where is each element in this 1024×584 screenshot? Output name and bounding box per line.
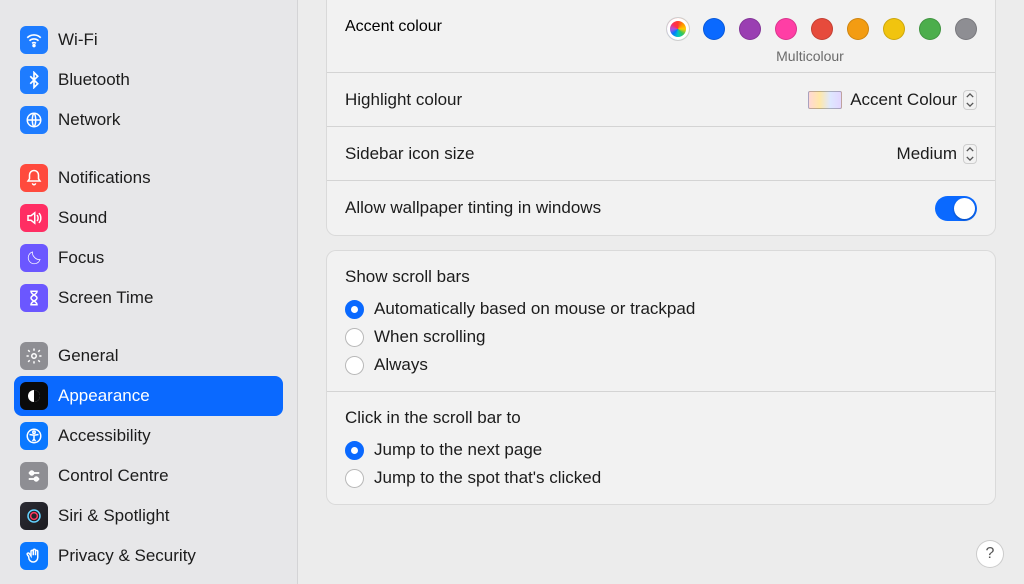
show-scroll-bars-title: Show scroll bars bbox=[345, 267, 977, 287]
click-option-spot-clicked[interactable]: Jump to the spot that's clicked bbox=[345, 464, 977, 492]
radio-label: When scrolling bbox=[374, 327, 486, 347]
sidebar-item-network[interactable]: Network bbox=[14, 100, 283, 140]
sidebar-item-focus[interactable]: Focus bbox=[14, 238, 283, 278]
wallpaper-tinting-toggle[interactable] bbox=[935, 196, 977, 221]
show-scroll-bars-group: Show scroll bars Automatically based on … bbox=[327, 251, 995, 392]
sidebar-icon-size-label: Sidebar icon size bbox=[345, 144, 474, 164]
click-scroll-bar-title: Click in the scroll bar to bbox=[345, 408, 977, 428]
sidebar: Wi-Fi Bluetooth Network Notification bbox=[0, 0, 298, 584]
radio-icon bbox=[345, 300, 364, 319]
radio-label: Jump to the next page bbox=[374, 440, 542, 460]
siri-icon bbox=[20, 502, 48, 530]
sidebar-icon-size-value: Medium bbox=[897, 144, 957, 164]
highlight-colour-value: Accent Colour bbox=[850, 90, 957, 110]
sidebar-item-label: Appearance bbox=[58, 386, 150, 406]
sidebar-item-label: Notifications bbox=[58, 168, 151, 188]
accent-swatch-pink[interactable] bbox=[775, 18, 797, 40]
help-button[interactable]: ? bbox=[976, 540, 1004, 568]
accessibility-icon bbox=[20, 422, 48, 450]
sidebar-item-bluetooth[interactable]: Bluetooth bbox=[14, 60, 283, 100]
highlight-colour-label: Highlight colour bbox=[345, 90, 462, 110]
sidebar-item-label: Siri & Spotlight bbox=[58, 506, 170, 526]
bell-icon bbox=[20, 164, 48, 192]
radio-icon bbox=[345, 356, 364, 375]
accent-swatch-graphite[interactable] bbox=[955, 18, 977, 40]
scroll-option-when-scrolling[interactable]: When scrolling bbox=[345, 323, 977, 351]
accent-caption: Multicolour bbox=[655, 48, 965, 64]
sidebar-item-label: Sound bbox=[58, 208, 107, 228]
appearance-panel-top: Accent colour Multicolour bbox=[326, 0, 996, 236]
sidebar-item-label: Control Centre bbox=[58, 466, 169, 486]
accent-swatch-purple[interactable] bbox=[739, 18, 761, 40]
radio-label: Always bbox=[374, 355, 428, 375]
wallpaper-tinting-row: Allow wallpaper tinting in windows bbox=[327, 181, 995, 235]
radio-icon bbox=[345, 328, 364, 347]
scroll-panel: Show scroll bars Automatically based on … bbox=[326, 250, 996, 505]
accent-swatch-red[interactable] bbox=[811, 18, 833, 40]
sidebar-item-label: Focus bbox=[58, 248, 104, 268]
sidebar-item-label: Bluetooth bbox=[58, 70, 130, 90]
scroll-option-always[interactable]: Always bbox=[345, 351, 977, 379]
highlight-preview-icon bbox=[808, 91, 842, 109]
highlight-colour-select[interactable]: Accent Colour bbox=[808, 90, 977, 110]
wifi-icon bbox=[20, 26, 48, 54]
bluetooth-icon bbox=[20, 66, 48, 94]
wallpaper-tinting-label: Allow wallpaper tinting in windows bbox=[345, 198, 601, 218]
sidebar-item-screentime[interactable]: Screen Time bbox=[14, 278, 283, 318]
chevron-updown-icon bbox=[963, 144, 977, 164]
appearance-icon bbox=[20, 382, 48, 410]
radio-label: Jump to the spot that's clicked bbox=[374, 468, 601, 488]
sidebar-item-wifi[interactable]: Wi-Fi bbox=[14, 20, 283, 60]
sidebar-item-label: Wi-Fi bbox=[58, 30, 98, 50]
hourglass-icon bbox=[20, 284, 48, 312]
gear-icon bbox=[20, 342, 48, 370]
appearance-pane: Accent colour Multicolour bbox=[298, 0, 1024, 584]
click-scroll-bar-group: Click in the scroll bar to Jump to the n… bbox=[327, 392, 995, 504]
sidebar-item-notifications[interactable]: Notifications bbox=[14, 158, 283, 198]
accent-swatch-blue[interactable] bbox=[703, 18, 725, 40]
scroll-option-auto[interactable]: Automatically based on mouse or trackpad bbox=[345, 295, 977, 323]
click-option-next-page[interactable]: Jump to the next page bbox=[345, 436, 977, 464]
sidebar-item-siri[interactable]: Siri & Spotlight bbox=[14, 496, 283, 536]
accent-swatch-multicolour[interactable] bbox=[667, 18, 689, 40]
sidebar-icon-size-row: Sidebar icon size Medium bbox=[327, 127, 995, 181]
globe-icon bbox=[20, 106, 48, 134]
accent-swatch-orange[interactable] bbox=[847, 18, 869, 40]
accent-swatch-yellow[interactable] bbox=[883, 18, 905, 40]
sidebar-item-privacy[interactable]: Privacy & Security bbox=[14, 536, 283, 576]
hand-icon bbox=[20, 542, 48, 570]
settings-window: Wi-Fi Bluetooth Network Notification bbox=[0, 0, 1024, 584]
sliders-icon bbox=[20, 462, 48, 490]
sidebar-item-label: Privacy & Security bbox=[58, 546, 196, 566]
moon-icon bbox=[20, 244, 48, 272]
radio-label: Automatically based on mouse or trackpad bbox=[374, 299, 695, 319]
radio-icon bbox=[345, 469, 364, 488]
accent-swatch-green[interactable] bbox=[919, 18, 941, 40]
accent-colour-label: Accent colour bbox=[345, 18, 442, 36]
chevron-updown-icon bbox=[963, 90, 977, 110]
sidebar-item-sound[interactable]: Sound bbox=[14, 198, 283, 238]
sidebar-item-label: Network bbox=[58, 110, 120, 130]
accent-colour-row: Accent colour Multicolour bbox=[327, 0, 995, 73]
accent-swatches bbox=[667, 18, 977, 40]
sidebar-item-accessibility[interactable]: Accessibility bbox=[14, 416, 283, 456]
sidebar-icon-size-select[interactable]: Medium bbox=[897, 144, 977, 164]
sidebar-item-general[interactable]: General bbox=[14, 336, 283, 376]
sidebar-item-appearance[interactable]: Appearance bbox=[14, 376, 283, 416]
sidebar-item-label: General bbox=[58, 346, 118, 366]
speaker-icon bbox=[20, 204, 48, 232]
highlight-colour-row: Highlight colour Accent Colour bbox=[327, 73, 995, 127]
sidebar-item-label: Screen Time bbox=[58, 288, 153, 308]
sidebar-item-label: Accessibility bbox=[58, 426, 151, 446]
sidebar-item-controlcentre[interactable]: Control Centre bbox=[14, 456, 283, 496]
radio-icon bbox=[345, 441, 364, 460]
